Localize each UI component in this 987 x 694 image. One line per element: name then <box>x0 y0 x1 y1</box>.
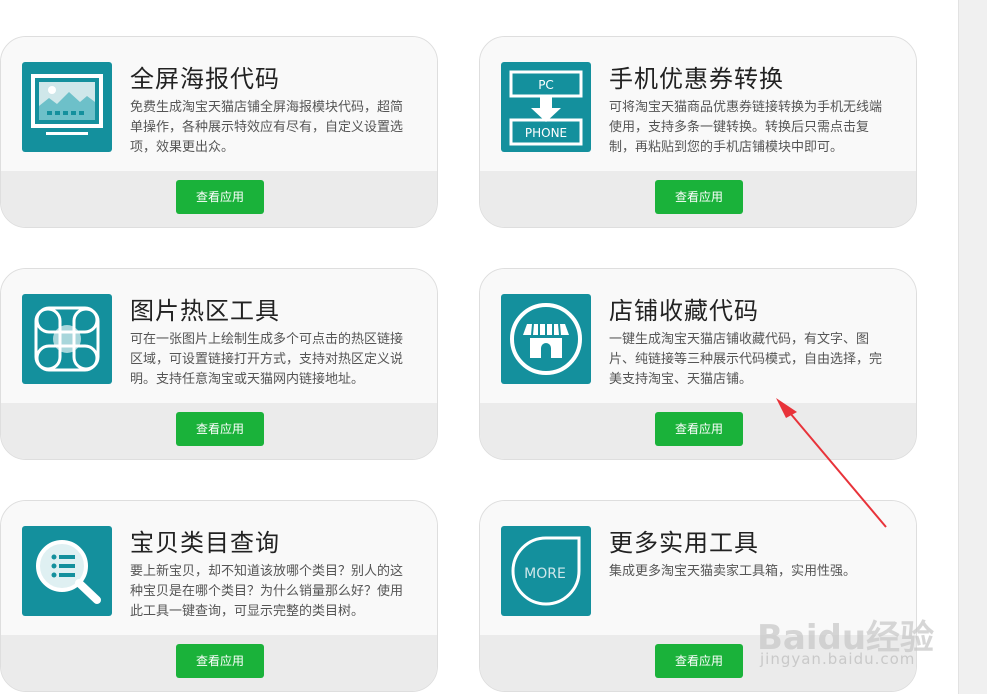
view-app-button[interactable]: 查看应用 <box>655 412 743 446</box>
tool-card-poster: 全屏海报代码 免费生成淘宝天猫店铺全屏海报模块代码，超简单操作，各种展示特效应有… <box>0 36 438 228</box>
card-description: 集成更多淘宝天猫卖家工具箱，实用性强。 <box>609 564 857 579</box>
watermark-url: jingyan.baidu.com <box>760 650 916 668</box>
store-icon <box>501 294 591 384</box>
vertical-scrollbar[interactable] <box>958 0 987 694</box>
more-icon: MORE <box>501 526 591 616</box>
more-label: MORE <box>524 566 566 582</box>
tool-card-category: 宝贝类目查询 要上新宝贝，却不知道该放哪个类目？别人的这种宝贝是在哪个类目？为什… <box>0 500 438 692</box>
tool-card-store-favorite: 店铺收藏代码 一键生成淘宝天猫店铺收藏代码，有文字、图片、纯链接等三种展示代码模… <box>479 268 917 460</box>
view-app-button[interactable]: 查看应用 <box>655 644 743 678</box>
tool-card-coupon: PC PHONE 手机优惠券转换 可将淘宝天猫商品优惠券链接转换为手机无线端使用… <box>479 36 917 228</box>
tool-card-hotspot: 图片热区工具 可在一张图片上绘制生成多个可点击的热区链接区域，可设置链接打开方式… <box>0 268 438 460</box>
card-description: 可在一张图片上绘制生成多个可点击的热区链接区域，可设置链接打开方式，支持对热区定… <box>130 332 404 387</box>
view-app-button[interactable]: 查看应用 <box>176 180 264 214</box>
magnifier-list-icon <box>22 526 112 616</box>
poster-icon <box>22 62 112 152</box>
view-app-button[interactable]: 查看应用 <box>655 180 743 214</box>
card-description: 一键生成淘宝天猫店铺收藏代码，有文字、图片、纯链接等三种展示代码模式，自由选择，… <box>609 332 883 387</box>
card-description: 要上新宝贝，却不知道该放哪个类目？别人的这种宝贝是在哪个类目？为什么销量那么好？… <box>130 564 404 619</box>
pc-phone-icon: PC PHONE <box>501 62 591 152</box>
card-title: 更多实用工具 <box>609 529 759 557</box>
card-title: 全屏海报代码 <box>130 65 280 93</box>
view-app-button[interactable]: 查看应用 <box>176 644 264 678</box>
card-title: 图片热区工具 <box>130 297 280 325</box>
card-title: 手机优惠券转换 <box>609 65 784 93</box>
card-title: 宝贝类目查询 <box>130 529 280 557</box>
card-description: 免费生成淘宝天猫店铺全屏海报模块代码，超简单操作，各种展示特效应有尽有，自定义设… <box>130 100 404 155</box>
phone-label: PHONE <box>525 126 567 140</box>
card-title: 店铺收藏代码 <box>609 297 759 325</box>
card-description: 可将淘宝天猫商品优惠券链接转换为手机无线端使用，支持多条一键转换。转换后只需点击… <box>609 100 883 155</box>
hotspot-icon <box>22 294 112 384</box>
view-app-button[interactable]: 查看应用 <box>176 412 264 446</box>
pc-label: PC <box>538 78 554 92</box>
